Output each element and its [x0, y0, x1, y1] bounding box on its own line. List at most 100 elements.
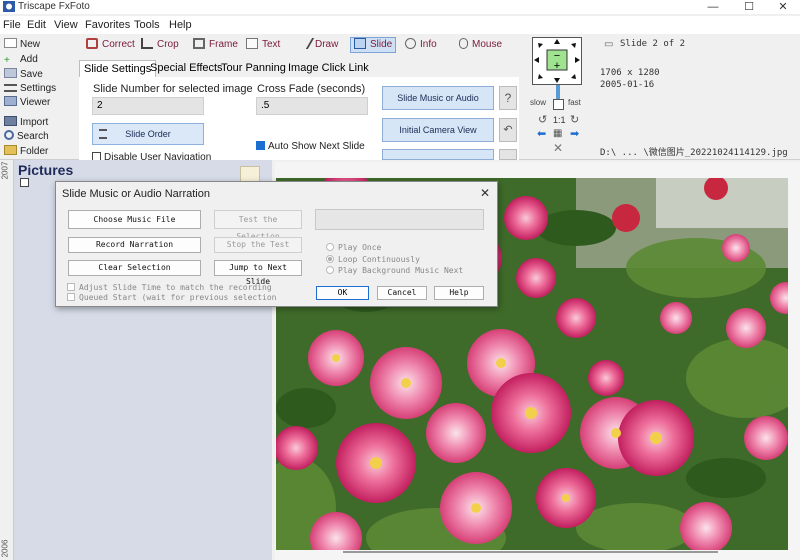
svg-text:+: +	[554, 60, 560, 72]
image-path: D:\ ... \微信图片_20221024114129.jpg	[600, 148, 788, 158]
mouse-icon	[459, 38, 468, 49]
menu-help[interactable]: Help	[169, 19, 192, 31]
extra-side-button[interactable]	[499, 149, 517, 160]
info-icon	[405, 38, 416, 49]
clear-selection-button[interactable]: Clear Selection	[68, 260, 201, 276]
music-file-path-field[interactable]	[315, 209, 484, 230]
crop-tool[interactable]: Crop	[141, 38, 179, 52]
dialog-close-button[interactable]: ✕	[480, 186, 490, 200]
slide-number-label: Slide Number for selected image	[93, 83, 253, 95]
checkbox-icon	[67, 283, 75, 291]
record-narration-button[interactable]: Record Narration	[68, 237, 201, 253]
crop-icon	[141, 38, 153, 49]
partial-button[interactable]	[382, 149, 494, 160]
menu-file[interactable]: File	[3, 19, 21, 31]
disable-navigation-checkbox[interactable]: Disable User Navigation	[92, 152, 211, 160]
add-button[interactable]: + Add	[4, 53, 38, 66]
close-window-button[interactable]: ✕	[766, 0, 800, 14]
next-arrow-icon[interactable]: ➡	[570, 127, 579, 140]
pictures-title: Pictures	[18, 162, 74, 178]
thumbnail-placeholder[interactable]	[240, 166, 260, 182]
search-icon	[4, 130, 14, 140]
slide-number-field[interactable]: 2	[92, 97, 204, 115]
frame-tool[interactable]: Frame	[193, 38, 238, 52]
slide-order-button[interactable]: Slide Order	[92, 123, 204, 145]
slide-icon-small: ▭	[604, 39, 614, 50]
save-icon	[4, 68, 17, 78]
draw-tool[interactable]: Draw	[295, 38, 338, 52]
tab-special-effects[interactable]: Special Effects	[146, 60, 227, 77]
initial-camera-button[interactable]: Initial Camera View	[382, 118, 494, 142]
cross-fade-field[interactable]: .5	[256, 97, 368, 115]
camera-navigator[interactable]: − +	[532, 37, 582, 85]
radio-icon	[326, 266, 334, 274]
speed-slider-thumb[interactable]	[556, 85, 560, 99]
auto-show-next-checkbox[interactable]: Auto Show Next Slide	[256, 141, 365, 152]
text-icon	[246, 38, 258, 49]
choose-music-file-button[interactable]: Choose Music File	[68, 210, 201, 229]
settings-button[interactable]: Settings	[4, 82, 56, 95]
radio-selected-icon	[326, 255, 334, 263]
import-button[interactable]: Import	[4, 116, 48, 129]
title-bar: Triscape FxFoto — ☐ ✕	[0, 0, 800, 14]
frame-icon	[193, 38, 205, 49]
rotate-right-icon[interactable]: ↻	[570, 113, 579, 126]
settings-icon	[4, 84, 17, 92]
checkbox-icon	[92, 152, 101, 160]
fit-icon[interactable]	[553, 99, 564, 110]
loop-continuously-radio[interactable]: Loop Continuously	[326, 255, 420, 264]
search-button[interactable]: Search	[4, 130, 49, 143]
tab-tour-panning[interactable]: Tour Panning	[217, 60, 290, 77]
help-question-button[interactable]: ?	[499, 86, 517, 110]
correct-tool[interactable]: Correct	[86, 38, 135, 52]
ok-button[interactable]: OK	[316, 286, 369, 300]
viewer-icon	[4, 96, 17, 106]
jump-next-slide-button[interactable]: Jump to Next Slide	[214, 260, 302, 286]
adjust-slide-time-checkbox[interactable]: Adjust Slide Time to match the recording	[67, 283, 272, 292]
test-selection-button[interactable]: Test the Selection	[214, 210, 302, 241]
new-button[interactable]: New	[4, 38, 40, 51]
cancel-button[interactable]: Cancel	[377, 286, 427, 300]
folder-icon	[4, 145, 17, 155]
cross-fade-label: Cross Fade (seconds)	[257, 83, 366, 95]
mouse-tool[interactable]: Mouse	[459, 38, 502, 52]
menu-tools[interactable]: Tools	[134, 19, 160, 31]
undo-arrow-icon[interactable]: ↶	[499, 118, 517, 142]
one-to-one-button[interactable]: 1:1	[553, 115, 566, 125]
maximize-button[interactable]: ☐	[732, 0, 766, 14]
slide-tool[interactable]: Slide	[350, 37, 397, 53]
tab-slide-settings[interactable]: Slide Settings	[79, 60, 157, 77]
dialog-title: Slide Music or Audio Narration	[62, 188, 210, 200]
image-dimensions: 1706 x 1280	[600, 68, 660, 78]
select-all-checkbox[interactable]	[20, 178, 29, 187]
play-background-radio[interactable]: Play Background Music Next	[326, 266, 463, 275]
slow-label: slow	[530, 98, 547, 107]
menu-edit[interactable]: Edit	[27, 19, 46, 31]
minimize-button[interactable]: —	[696, 0, 730, 14]
folder-button[interactable]: Folder	[4, 145, 48, 158]
help-button[interactable]: Help	[434, 286, 484, 300]
play-once-radio[interactable]: Play Once	[326, 243, 381, 252]
menu-view[interactable]: View	[54, 19, 78, 31]
menu-favorites[interactable]: Favorites	[85, 19, 130, 31]
image-date: 2005-01-16	[600, 80, 655, 90]
app-logo-icon	[3, 1, 15, 12]
slide-music-dialog: Slide Music or Audio Narration ✕ Choose …	[55, 181, 498, 307]
queued-start-checkbox[interactable]: Queued Start (wait for previous selectio…	[67, 293, 276, 302]
viewer-button[interactable]: Viewer	[4, 96, 50, 109]
year-ruler: 2007 2006	[0, 160, 14, 560]
horizontal-scrollbar[interactable]	[343, 551, 718, 553]
grid-icon[interactable]: ▦	[553, 128, 562, 139]
stop-test-button[interactable]: Stop the Test	[214, 237, 302, 253]
tab-image-click-link[interactable]: Image Click Link	[284, 60, 373, 77]
window-title: Triscape FxFoto	[18, 1, 90, 12]
rotate-left-icon[interactable]: ↺	[538, 113, 547, 126]
text-tool[interactable]: Text	[246, 38, 280, 52]
info-tool[interactable]: Info	[405, 38, 437, 52]
cancel-x-icon[interactable]: ✕	[553, 141, 563, 155]
save-button[interactable]: Save	[4, 68, 43, 81]
slide-music-button[interactable]: Slide Music or Audio	[382, 86, 494, 110]
prev-arrow-icon[interactable]: ⬅	[537, 127, 546, 140]
navigator-arrows-icon: − +	[534, 39, 580, 83]
ruler-year-top: 2007	[0, 161, 10, 180]
